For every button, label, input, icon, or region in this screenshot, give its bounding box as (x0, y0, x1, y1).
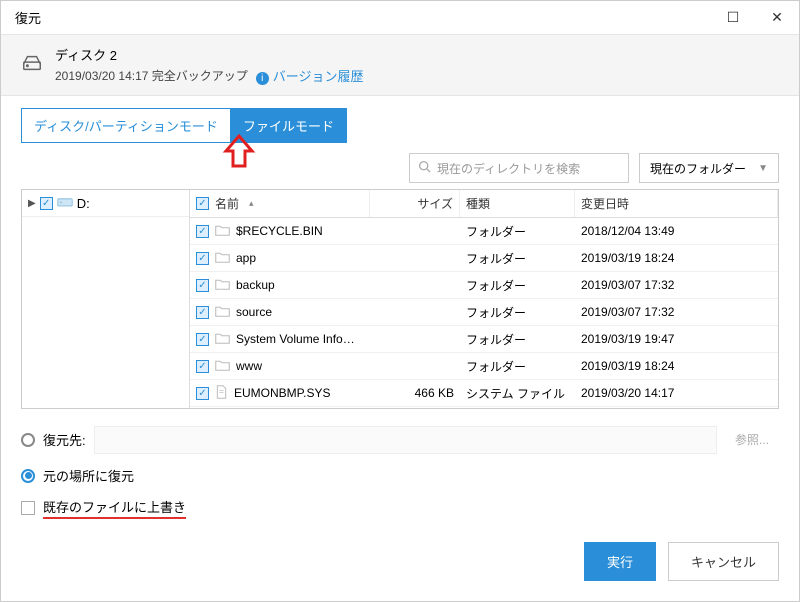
disk-label: ディスク 2 (55, 45, 364, 64)
file-type: フォルダー (460, 353, 575, 380)
table-row[interactable]: ✓ app フォルダー2019/03/19 18:24 (190, 245, 778, 272)
disk-icon (21, 52, 43, 79)
col-name[interactable]: ✓ 名前 ▴ (190, 190, 370, 217)
folder-icon (215, 251, 230, 266)
file-icon (215, 385, 228, 402)
file-type: フォルダー (460, 218, 575, 245)
file-size (370, 334, 460, 344)
search-icon (418, 160, 431, 176)
search-input[interactable]: 現在のディレクトリを検索 (409, 153, 629, 183)
col-size[interactable]: サイズ (370, 190, 460, 217)
file-type: フォルダー (460, 272, 575, 299)
col-date[interactable]: 変更日時 (575, 190, 778, 217)
file-size (370, 361, 460, 371)
file-list-header: ✓ 名前 ▴ サイズ 種類 変更日時 (190, 190, 778, 218)
overwrite-label: 既存のファイルに上書き (43, 497, 186, 519)
restore-to-label: 復元先: (43, 430, 86, 449)
mode-disk-partition[interactable]: ディスク/パーティションモード (21, 108, 230, 143)
checkbox-overwrite[interactable] (21, 501, 35, 515)
folder-icon (215, 332, 230, 347)
file-date: 2019/03/19 18:24 (575, 246, 778, 270)
annotation-arrow-icon (222, 134, 256, 170)
file-type: フォルダー (460, 326, 575, 353)
file-name: app (236, 251, 256, 265)
file-size (370, 253, 460, 263)
file-date: 2019/03/20 14:17 (575, 381, 778, 405)
table-row[interactable]: ✓ backup フォルダー2019/03/07 17:32 (190, 272, 778, 299)
table-row[interactable]: ✓ $RECYCLE.BIN フォルダー2018/12/04 13:49 (190, 218, 778, 245)
checkbox-row[interactable]: ✓ (196, 360, 209, 373)
file-date: 2019/03/07 17:32 (575, 273, 778, 297)
file-type: システム ファイル (460, 380, 575, 407)
checkbox-row[interactable]: ✓ (196, 387, 209, 400)
checkbox-row[interactable]: ✓ (196, 225, 209, 238)
file-date: 2019/03/19 18:24 (575, 354, 778, 378)
tree-panel: ▶ ✓ D: (22, 190, 190, 408)
file-size (370, 226, 460, 236)
radio-restore-original[interactable] (21, 469, 35, 483)
file-type: フォルダー (460, 245, 575, 272)
file-type: フォルダー (460, 299, 575, 326)
drive-label: D: (77, 196, 90, 211)
version-history-link[interactable]: iバージョン履歴 (256, 66, 364, 85)
maximize-button[interactable]: ☐ (711, 1, 755, 35)
table-row[interactable]: ✓ source フォルダー2019/03/07 17:32 (190, 299, 778, 326)
cancel-button[interactable]: キャンセル (668, 542, 779, 581)
tree-drive-d[interactable]: ▶ ✓ D: (22, 190, 189, 217)
col-type[interactable]: 種類 (460, 190, 575, 217)
mode-switch: ディスク/パーティションモード ファイルモード (1, 96, 799, 143)
radio-restore-to[interactable] (21, 433, 35, 447)
table-row[interactable]: ✓ EUMONBMP.SYS 466 KBシステム ファイル2019/03/20 1… (190, 380, 778, 407)
checkbox-row[interactable]: ✓ (196, 306, 209, 319)
file-name: backup (236, 278, 275, 292)
backup-subtitle: 2019/03/20 14:17 完全バックアップ (55, 67, 248, 84)
folder-scope-select[interactable]: 現在のフォルダー ▼ (639, 153, 779, 183)
table-row[interactable]: ✓ System Volume Info… フォルダー2019/03/19 19:4… (190, 326, 778, 353)
file-size (370, 280, 460, 290)
close-button[interactable]: ✕ (755, 1, 799, 35)
checkbox-drive[interactable]: ✓ (40, 197, 53, 210)
file-size (370, 307, 460, 317)
file-name: source (236, 305, 272, 319)
folder-icon (215, 278, 230, 293)
checkbox-row[interactable]: ✓ (196, 252, 209, 265)
drive-icon (57, 195, 73, 211)
window-title: 復元 (15, 8, 711, 27)
sort-caret-up-icon: ▴ (249, 198, 254, 209)
file-list: ✓ 名前 ▴ サイズ 種類 変更日時 ✓$RECYCLE.BINフォルダー201… (190, 190, 778, 408)
file-date: 2019/03/07 17:32 (575, 300, 778, 324)
file-name: System Volume Info… (236, 332, 355, 346)
file-name: EUMONBMP.SYS (234, 386, 330, 400)
folder-icon (215, 305, 230, 320)
file-name: www (236, 359, 262, 373)
checkbox-row[interactable]: ✓ (196, 333, 209, 346)
browse-button[interactable]: 参照... (725, 425, 779, 454)
restore-path-input[interactable] (94, 426, 717, 454)
file-name: $RECYCLE.BIN (236, 224, 323, 238)
file-date: 2019/03/19 19:47 (575, 327, 778, 351)
checkbox-row[interactable]: ✓ (196, 279, 209, 292)
file-size: 466 KB (370, 381, 460, 405)
table-row[interactable]: ✓ www フォルダー2019/03/19 18:24 (190, 353, 778, 380)
folder-icon (215, 359, 230, 374)
titlebar: 復元 ☐ ✕ (1, 1, 799, 35)
chevron-down-icon: ▼ (758, 163, 768, 174)
search-placeholder: 現在のディレクトリを検索 (437, 160, 580, 177)
caret-right-icon: ▶ (28, 198, 36, 209)
folder-icon (215, 224, 230, 239)
run-button[interactable]: 実行 (584, 542, 656, 581)
file-date: 2018/12/04 13:49 (575, 219, 778, 243)
checkbox-all[interactable]: ✓ (196, 197, 209, 210)
info-icon: i (256, 72, 269, 85)
banner: ディスク 2 2019/03/20 14:17 完全バックアップ iバージョン履… (1, 35, 799, 96)
restore-original-label: 元の場所に復元 (43, 466, 134, 485)
